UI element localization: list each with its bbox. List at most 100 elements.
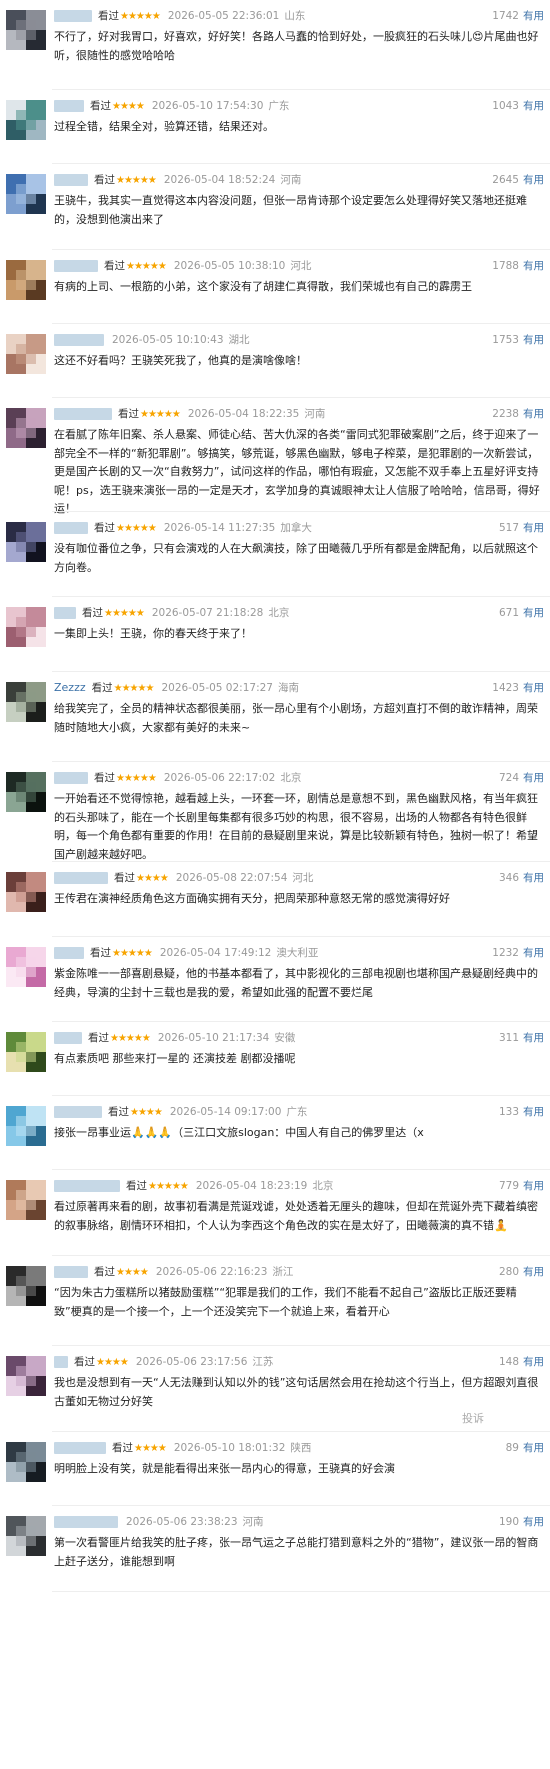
rating-stars: ★★★★★ <box>116 523 157 534</box>
comment-time: 2026-05-05 22:36:01 <box>167 10 280 22</box>
username[interactable] <box>54 100 84 112</box>
watched-label: 看过 <box>94 1266 115 1278</box>
avatar[interactable] <box>6 522 46 562</box>
username[interactable] <box>54 1356 68 1368</box>
vote-area: 1742 有用 <box>492 8 544 24</box>
avatar[interactable] <box>6 408 46 448</box>
useful-button[interactable]: 有用 <box>523 1032 544 1044</box>
useful-button[interactable]: 有用 <box>523 772 544 784</box>
divider <box>52 1345 550 1346</box>
username[interactable] <box>54 772 88 784</box>
avatar[interactable] <box>6 607 46 647</box>
avatar[interactable] <box>6 1106 46 1146</box>
useful-count: 133 <box>498 1106 519 1118</box>
useful-button[interactable]: 有用 <box>523 1106 544 1118</box>
avatar[interactable] <box>6 100 46 140</box>
comment-item: 看过★★★★ 2026-05-10 18:01:32 陕西 89 有用 明明脸上没有笑，就… <box>0 1440 550 1506</box>
useful-button[interactable]: 有用 <box>523 1442 544 1454</box>
rating-stars: ★★★★★ <box>116 773 157 784</box>
avatar[interactable] <box>6 872 46 912</box>
username[interactable] <box>54 872 108 884</box>
useful-button[interactable]: 有用 <box>523 260 544 272</box>
username[interactable] <box>54 174 88 186</box>
avatar[interactable] <box>6 947 46 987</box>
comment-header: 看过★★★★ 2026-05-06 23:17:56 江苏 148 有用 <box>54 1354 544 1370</box>
avatar[interactable] <box>6 1032 46 1072</box>
comment-item: 看过★★★★★ 2026-05-04 18:22:35 河南 2238 有用 在看腻了陈年… <box>0 406 550 515</box>
username[interactable] <box>54 408 112 420</box>
rating-stars: ★★★★ <box>112 101 145 112</box>
divider <box>52 1431 550 1432</box>
useful-button[interactable]: 有用 <box>523 100 544 112</box>
avatar[interactable] <box>6 334 46 374</box>
comment-time: 2026-05-06 22:17:02 <box>163 772 276 784</box>
useful-button[interactable]: 有用 <box>523 408 544 420</box>
username[interactable] <box>54 522 88 534</box>
avatar[interactable] <box>6 682 46 722</box>
comment-location: 海南 <box>277 682 299 694</box>
username[interactable] <box>54 1516 118 1528</box>
comment-location: 河北 <box>292 872 314 884</box>
comment-text: 紫金陈唯一一部喜剧悬疑，他的书基本都看了，其中影视化的三部电视剧也堪称国产悬疑剧… <box>54 967 538 999</box>
username[interactable] <box>54 260 98 272</box>
watched-label: 看过 <box>126 1180 147 1192</box>
useful-button[interactable]: 有用 <box>523 522 544 534</box>
comment-text: 有病的上司、一根筋的小弟，这个家没有了胡建仁真得散，我们荣城也有自己的霹雳王 <box>54 280 472 293</box>
username[interactable] <box>54 10 92 22</box>
useful-button[interactable]: 有用 <box>523 1180 544 1192</box>
comment-text: “因为朱古力蛋糕所以猪鼓励蛋糕”“犯罪是我们的工作，我们不能看不起自己”盗版比正… <box>54 1286 517 1318</box>
rating-stars: ★★★★★ <box>110 1033 151 1044</box>
username[interactable]: Zezzz <box>54 680 86 696</box>
rating-stars: ★★★★★ <box>120 11 161 22</box>
username[interactable] <box>54 607 76 619</box>
useful-button[interactable]: 有用 <box>523 1516 544 1528</box>
useful-button[interactable]: 有用 <box>523 607 544 619</box>
report-link[interactable]: 投诉 <box>462 1410 484 1426</box>
username[interactable] <box>54 947 84 959</box>
divider <box>52 323 550 324</box>
avatar[interactable] <box>6 772 46 812</box>
useful-button[interactable]: 有用 <box>523 1356 544 1368</box>
comment-header: Zezzz 看过★★★★★ 2026-05-05 02:17:27 海南 1423 有用 <box>54 680 544 696</box>
comment-header: 看过★★★★★ 2026-05-04 18:23:19 北京 779 有用 <box>54 1178 544 1194</box>
avatar[interactable] <box>6 1266 46 1306</box>
useful-button[interactable]: 有用 <box>523 334 544 346</box>
comment-time: 2026-05-04 18:52:24 <box>163 174 276 186</box>
avatar[interactable] <box>6 1356 46 1396</box>
useful-count: 280 <box>498 1266 519 1278</box>
avatar[interactable] <box>6 10 46 50</box>
username[interactable] <box>54 1442 106 1454</box>
username[interactable] <box>54 334 104 346</box>
useful-button[interactable]: 有用 <box>523 10 544 22</box>
divider <box>52 89 550 90</box>
useful-count: 779 <box>498 1180 519 1192</box>
avatar[interactable] <box>6 260 46 300</box>
username[interactable] <box>54 1106 102 1118</box>
comment-text: 我也是没想到有一天“人无法赚到认知以外的钱”这句话居然会用在抢劫这个行当上，但方… <box>54 1376 539 1408</box>
comment-text: 给我笑完了，全员的精神状态都很美丽，张一昂心里有个小剧场，方超刘直打不倒的敢诈精… <box>54 702 538 734</box>
useful-button[interactable]: 有用 <box>523 174 544 186</box>
comment-item: 看过★★★★★ 2026-05-07 21:18:28 北京 671 有用 一集即上头！王… <box>0 605 550 672</box>
comment-header: 2026-05-05 10:10:43 湖北 1753 有用 <box>54 332 544 348</box>
username[interactable] <box>54 1180 120 1192</box>
username[interactable] <box>54 1266 88 1278</box>
avatar[interactable] <box>6 1442 46 1482</box>
avatar[interactable] <box>6 174 46 214</box>
comment-time: 2026-05-07 21:18:28 <box>151 607 264 619</box>
comment-location: 河南 <box>280 174 302 186</box>
useful-button[interactable]: 有用 <box>523 947 544 959</box>
username[interactable] <box>54 1032 82 1044</box>
vote-area: 2645 有用 <box>492 172 544 188</box>
vote-area: 89 有用 <box>506 1440 544 1456</box>
comment-text: 过程全错，结果全对，验算还错，结果还对。 <box>54 120 274 133</box>
comment-header: 看过★★★★ 2026-05-06 22:16:23 浙江 280 有用 <box>54 1264 544 1280</box>
avatar[interactable] <box>6 1180 46 1220</box>
useful-button[interactable]: 有用 <box>523 872 544 884</box>
useful-button[interactable]: 有用 <box>523 1266 544 1278</box>
comment-header: 看过★★★★ 2026-05-10 17:54:30 广东 1043 有用 <box>54 98 544 114</box>
comment-item: 看过★★★★★ 2026-05-04 17:49:12 澳大利亚 1232 有用 紫金陈唯… <box>0 945 550 1022</box>
useful-button[interactable]: 有用 <box>523 682 544 694</box>
comment-location: 广东 <box>286 1106 308 1118</box>
avatar[interactable] <box>6 1516 46 1556</box>
comment-time: 2026-05-05 02:17:27 <box>161 682 273 694</box>
